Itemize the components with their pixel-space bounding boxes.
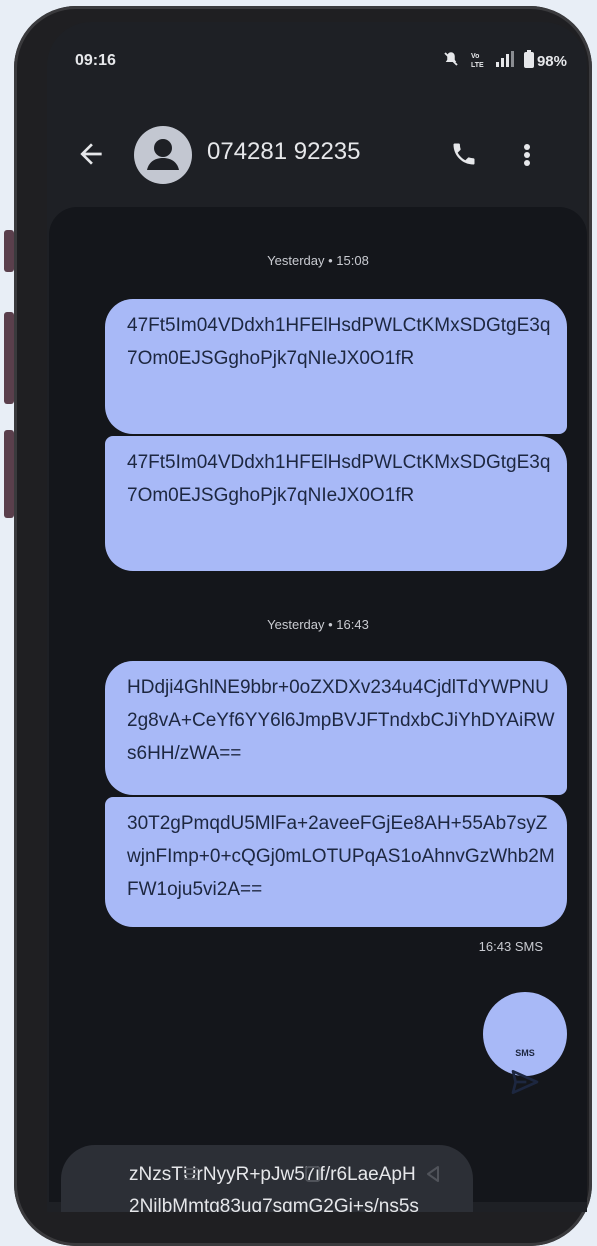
system-nav-bar [47, 1154, 587, 1194]
mute-icon [442, 50, 460, 72]
timestamp-divider: Yesterday • 15:08 [267, 253, 369, 268]
home-icon[interactable] [301, 1162, 325, 1191]
recents-icon[interactable] [179, 1162, 203, 1191]
status-bar: 09:16 Vo LTE 98% [47, 44, 587, 84]
timestamp-divider: Yesterday • 16:43 [267, 617, 369, 632]
message-bubble[interactable]: HDdji4GhlNE9bbr+0oZXDXv234u4CjdlTdYWPNU2… [105, 661, 567, 795]
svg-text:Vo: Vo [471, 53, 479, 60]
battery-icon [523, 50, 534, 72]
battery-level: 98% [536, 52, 567, 70]
avatar[interactable] [134, 126, 192, 184]
arrow-back-icon[interactable] [75, 138, 107, 170]
phone-icon[interactable] [450, 140, 478, 168]
app-bar: 074281 92235 [47, 120, 587, 190]
screen: 09:16 Vo LTE 98% 074281 92235 Yesterday … [47, 22, 587, 1212]
message-meta: 16:43 SMS [478, 939, 543, 954]
svg-text:LTE: LTE [471, 62, 484, 69]
volume-up-button[interactable] [4, 230, 14, 272]
more-vert-icon[interactable] [521, 138, 533, 172]
status-time: 09:16 [75, 52, 116, 69]
power-button[interactable] [4, 430, 14, 518]
volte-icon: Vo LTE [470, 51, 486, 71]
contact-name[interactable]: 074281 92235 [207, 138, 361, 166]
back-nav-icon[interactable] [421, 1162, 445, 1191]
signal-icon [495, 51, 514, 71]
send-button[interactable]: SMS [483, 992, 567, 1094]
message-bubble[interactable]: 47Ft5Im04VDdxh1HFElHsdPWLCtKMxSDGtgE3q7O… [105, 299, 567, 434]
message-bubble[interactable]: 30T2gPmqdU5MlFa+2aveeFGjEe8AH+55Ab7syZwj… [105, 797, 567, 927]
send-mode-label: SMS [515, 1048, 535, 1058]
volume-down-button[interactable] [4, 312, 14, 404]
message-bubble[interactable]: 47Ft5Im04VDdxh1HFElHsdPWLCtKMxSDGtgE3q7O… [105, 436, 567, 571]
